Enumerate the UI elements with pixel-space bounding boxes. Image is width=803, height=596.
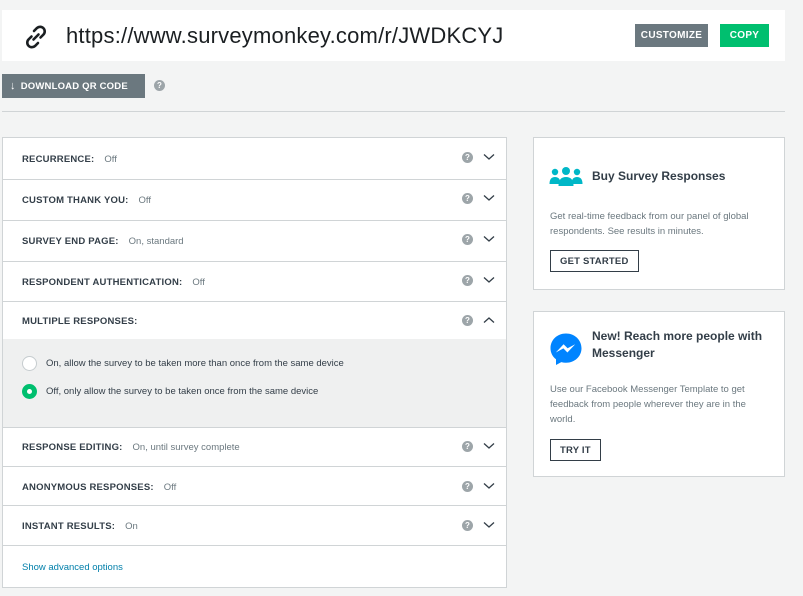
settings-row-respondent-authentication[interactable]: RESPONDENT AUTHENTICATION: Off ? [3,262,506,302]
copy-button[interactable]: COPY [720,24,769,47]
radio-option-allow-once[interactable]: Off, only allow the survey to be taken o… [22,384,318,399]
get-started-button[interactable]: GET STARTED [550,250,639,272]
settings-row-anonymous-responses[interactable]: ANONYMOUS RESPONSES: Off ? [3,467,506,506]
settings-row-value: Off [192,277,205,288]
settings-row-label: RESPONSE EDITING: On, until survey comple… [22,442,240,453]
settings-row-value: Off [163,482,177,493]
survey-url[interactable]: https://www.surveymonkey.com/r/JWDKCYJ [66,23,504,49]
customize-button[interactable]: CUSTOMIZE [635,24,708,47]
settings-row-value: On, until survey complete [132,442,240,453]
chevron-down-icon[interactable] [483,482,495,490]
card-title: New! Reach more people with Messenger [592,329,763,360]
chevron-down-icon[interactable] [483,276,495,284]
settings-row-value: On, standard [128,236,184,247]
chevron-down-icon[interactable] [483,521,495,529]
download-qr-label: DOWNLOAD QR CODE [20,81,128,92]
chevron-down-icon[interactable] [483,442,495,450]
radio-option-label: On, allow the survey to be taken more th… [46,358,344,370]
settings-row-value: Off [104,154,117,165]
help-icon[interactable]: ? [462,234,473,245]
card-description: Use our Facebook Messenger Template to g… [550,384,746,425]
radio-button-selected[interactable] [22,384,37,399]
help-icon[interactable]: ? [154,80,165,91]
section-divider [2,111,785,112]
help-icon[interactable]: ? [462,441,473,452]
card-title: Buy Survey Responses [592,169,726,183]
download-arrow-icon: ↓ [10,80,16,92]
download-qr-code-button[interactable]: ↓ DOWNLOAD QR CODE [2,74,145,98]
settings-row-multiple-responses[interactable]: MULTIPLE RESPONSES: ? [3,302,506,339]
help-icon[interactable]: ? [462,520,473,531]
settings-row-custom-thank-you[interactable]: CUSTOM THANK YOU: Off ? [3,180,506,221]
people-icon [549,167,583,186]
settings-row-label: RECURRENCE: Off [22,154,117,165]
settings-row-label: SURVEY END PAGE: On, standard [22,236,184,247]
settings-row-survey-end-page[interactable]: SURVEY END PAGE: On, standard ? [3,221,506,262]
radio-button-unselected[interactable] [22,356,37,371]
settings-row-label: ANONYMOUS RESPONSES: Off [22,482,177,493]
settings-row-instant-results[interactable]: INSTANT RESULTS: On ? [3,506,506,546]
chevron-up-icon[interactable] [483,316,495,324]
settings-row-label: RESPONDENT AUTHENTICATION: Off [22,277,205,288]
settings-row-label: CUSTOM THANK YOU: Off [22,195,151,206]
link-icon [26,25,46,49]
show-advanced-options-link[interactable]: Show advanced options [22,562,123,573]
chevron-down-icon[interactable] [483,194,495,202]
buy-survey-responses-card: Buy Survey Responses Get real-time feedb… [533,137,785,290]
card-description: Get real-time feedback from our panel of… [550,211,749,237]
messenger-card: New! Reach more people with Messenger Us… [533,311,785,477]
radio-option-allow-multiple[interactable]: On, allow the survey to be taken more th… [22,356,344,371]
settings-row-response-editing[interactable]: RESPONSE EDITING: On, until survey comple… [3,428,506,467]
help-icon[interactable]: ? [462,315,473,326]
radio-option-label: Off, only allow the survey to be taken o… [46,386,319,398]
chevron-down-icon[interactable] [483,235,495,243]
settings-row-value: Off [138,195,152,206]
settings-row-label: MULTIPLE RESPONSES: [22,316,138,327]
chevron-down-icon[interactable] [483,153,495,161]
try-it-button[interactable]: TRY IT [550,439,601,461]
multiple-responses-options: On, allow the survey to be taken more th… [3,339,506,428]
survey-settings-panel: RECURRENCE: Off ? CUSTOM THANK YOU: Off ? … [2,137,507,588]
help-icon[interactable]: ? [462,275,473,286]
help-icon[interactable]: ? [462,152,473,163]
settings-row-recurrence[interactable]: RECURRENCE: Off ? [3,138,506,180]
messenger-icon [550,333,582,365]
settings-row-value: On [125,521,138,532]
help-icon[interactable]: ? [462,193,473,204]
survey-link-bar: https://www.surveymonkey.com/r/JWDKCYJ C… [2,10,785,61]
settings-row-label: INSTANT RESULTS: On [22,521,138,532]
help-icon[interactable]: ? [462,481,473,492]
